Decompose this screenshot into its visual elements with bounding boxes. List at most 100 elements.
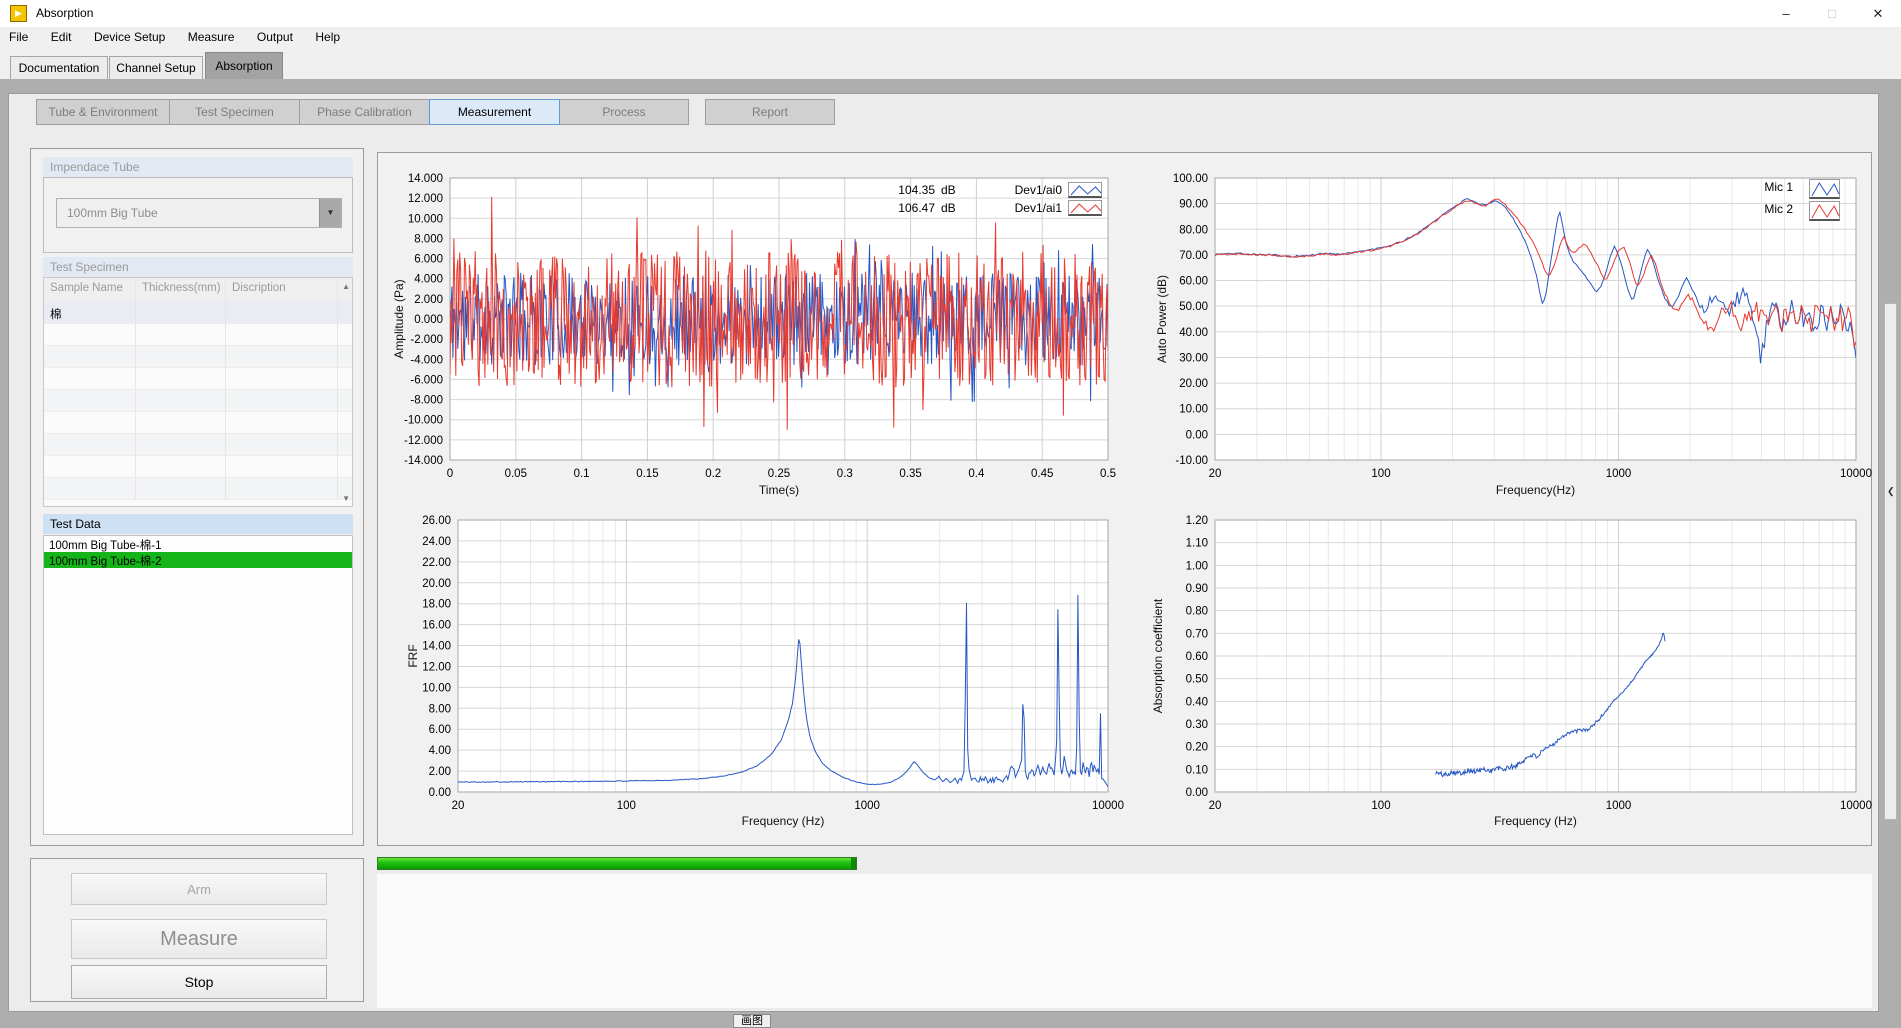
impedance-tube-header: Impendace Tube [43,157,353,177]
svg-text:6.000: 6.000 [414,254,443,266]
subtab-measurement[interactable]: Measurement [429,99,560,125]
svg-text:0.35: 0.35 [899,468,921,480]
svg-text:24.00: 24.00 [422,536,451,548]
svg-text:6.00: 6.00 [429,724,451,736]
svg-text:0.90: 0.90 [1186,583,1208,595]
subtab-test-specimen[interactable]: Test Specimen [169,99,300,125]
legend-entry[interactable]: Dev1/ai1 [983,201,1062,215]
svg-text:30.00: 30.00 [1179,352,1208,364]
scroll-down-icon[interactable]: ▼ [342,494,350,503]
svg-text:12.000: 12.000 [408,193,443,205]
column-header: Thickness(mm) [136,278,226,302]
svg-text:12.00: 12.00 [422,661,451,673]
list-item[interactable]: 100mm Big Tube-棉-1 [44,536,352,552]
svg-text:-4.000: -4.000 [410,354,443,366]
waveform-swatch-icon[interactable] [1068,200,1102,216]
menu-item-edit[interactable]: Edit [42,27,81,48]
svg-text:Time(s): Time(s) [759,483,799,497]
legend-entry[interactable]: Mic 2 [1710,202,1793,216]
table-cell [44,368,136,390]
svg-text:0.4: 0.4 [968,468,985,480]
svg-text:0.15: 0.15 [636,468,658,480]
maximize-button[interactable]: □ [1809,0,1855,27]
bottom-partial-tab[interactable]: 画图 [733,1014,771,1028]
close-button[interactable]: ✕ [1855,0,1901,27]
waveform-swatch-icon[interactable] [1809,201,1840,221]
level-readout-unit: dB [941,183,956,197]
table-row[interactable] [44,346,352,368]
measure-button[interactable]: Measure [71,919,327,959]
menu-item-measure[interactable]: Measure [179,27,244,48]
subtab-process[interactable]: Process [559,99,689,125]
svg-text:Frequency (Hz): Frequency (Hz) [1494,814,1577,828]
title-bar: ▶ Absorption – □ ✕ [0,0,1901,27]
chevron-down-icon[interactable]: ▼ [319,199,341,227]
svg-text:Frequency(Hz): Frequency(Hz) [1496,483,1575,497]
svg-text:0.25: 0.25 [768,468,790,480]
table-row[interactable] [44,434,352,456]
arm-button[interactable]: Arm [71,873,327,905]
progress-bar-cap [851,858,856,869]
svg-text:0.000: 0.000 [414,314,443,326]
list-item[interactable]: 100mm Big Tube-棉-2 [44,552,352,568]
table-cell [226,368,338,390]
stop-button[interactable]: Stop [71,965,327,999]
menu-item-device-setup[interactable]: Device Setup [85,27,174,48]
test-specimen-table: Sample NameThickness(mm)Discription 棉▲ ▼ [43,277,353,507]
scroll-up-icon[interactable]: ▲ [342,282,350,291]
table-row[interactable]: 棉 [44,302,352,324]
table-cell [226,324,338,346]
minimize-button[interactable]: – [1763,0,1809,27]
svg-text:0.3: 0.3 [837,468,853,480]
svg-text:0.60: 0.60 [1186,651,1208,663]
table-cell [44,456,136,478]
right-splitter-handle[interactable]: ❮ [1884,303,1897,820]
tab-documentation[interactable]: Documentation [10,56,108,79]
impedance-tube-dropdown[interactable]: 100mm Big Tube ▼ [56,198,342,228]
subtab-tube-environment[interactable]: Tube & Environment [36,99,170,125]
table-cell [226,346,338,368]
svg-text:Auto Power (dB): Auto Power (dB) [1155,275,1169,363]
waveform-swatch-icon[interactable] [1809,179,1840,199]
svg-text:2.00: 2.00 [429,766,451,778]
table-cell [44,412,136,434]
table-cell [136,324,226,346]
menu-item-file[interactable]: File [0,27,37,48]
svg-text:-8.000: -8.000 [410,395,443,407]
sidebar-panel: Impendace Tube 100mm Big Tube ▼ Test Spe… [30,148,364,846]
svg-text:16.00: 16.00 [422,620,451,632]
tab-channel-setup[interactable]: Channel Setup [109,56,203,79]
table-row[interactable] [44,390,352,412]
svg-text:1.10: 1.10 [1186,538,1208,550]
svg-text:10000: 10000 [1092,800,1124,812]
legend-entry[interactable]: Dev1/ai0 [983,183,1062,197]
table-cell: 棉 [44,302,136,324]
svg-text:1000: 1000 [1606,468,1632,480]
legend-entry[interactable]: Mic 1 [1710,180,1793,194]
svg-text:18.00: 18.00 [422,599,451,611]
menu-item-output[interactable]: Output [248,27,302,48]
menu-item-help[interactable]: Help [306,27,349,48]
table-row[interactable] [44,478,352,500]
window-title: Absorption [36,6,93,20]
svg-text:50.00: 50.00 [1179,301,1208,313]
svg-text:60.00: 60.00 [1179,276,1208,288]
test-data-header: Test Data [43,514,353,534]
waveform-swatch-icon[interactable] [1068,182,1102,198]
table-cell [136,346,226,368]
table-row[interactable] [44,324,352,346]
svg-text:0.30: 0.30 [1186,719,1208,731]
svg-text:-2.000: -2.000 [410,334,443,346]
subtab-phase-calibration[interactable]: Phase Calibration [299,99,430,125]
table-row[interactable] [44,412,352,434]
svg-text:0.1: 0.1 [574,468,590,480]
subtab-report[interactable]: Report [705,99,835,125]
table-row[interactable] [44,368,352,390]
table-cell [226,390,338,412]
svg-text:0.20: 0.20 [1186,742,1208,754]
table-row[interactable] [44,456,352,478]
table-cell [226,478,338,500]
table-cell [44,434,136,456]
tab-absorption[interactable]: Absorption [205,52,283,79]
svg-text:26.00: 26.00 [422,515,451,527]
